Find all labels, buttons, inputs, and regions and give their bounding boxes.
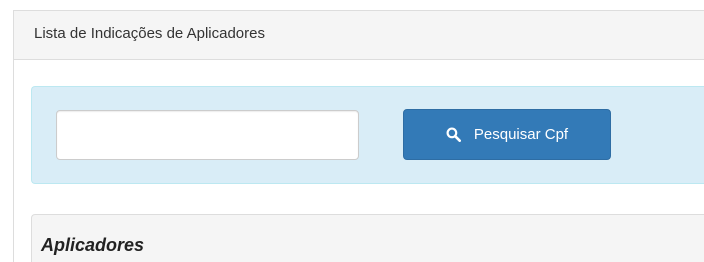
search-button-label: Pesquisar Cpf bbox=[473, 126, 569, 143]
panel-border bbox=[13, 60, 14, 262]
page-title: Lista de Indicações de Aplicadores bbox=[34, 25, 265, 42]
search-icon bbox=[446, 127, 462, 143]
search-cpf-button[interactable]: Pesquisar Cpf bbox=[403, 109, 611, 160]
cpf-search-input[interactable] bbox=[56, 110, 359, 160]
section-title: Aplicadores bbox=[41, 235, 145, 255]
page: Lista de Indicações de Aplicadores Pesqu… bbox=[0, 0, 704, 262]
section-heading: Aplicadores bbox=[31, 214, 704, 262]
panel-heading: Lista de Indicações de Aplicadores bbox=[13, 10, 704, 60]
search-well: Pesquisar Cpf bbox=[31, 86, 704, 184]
